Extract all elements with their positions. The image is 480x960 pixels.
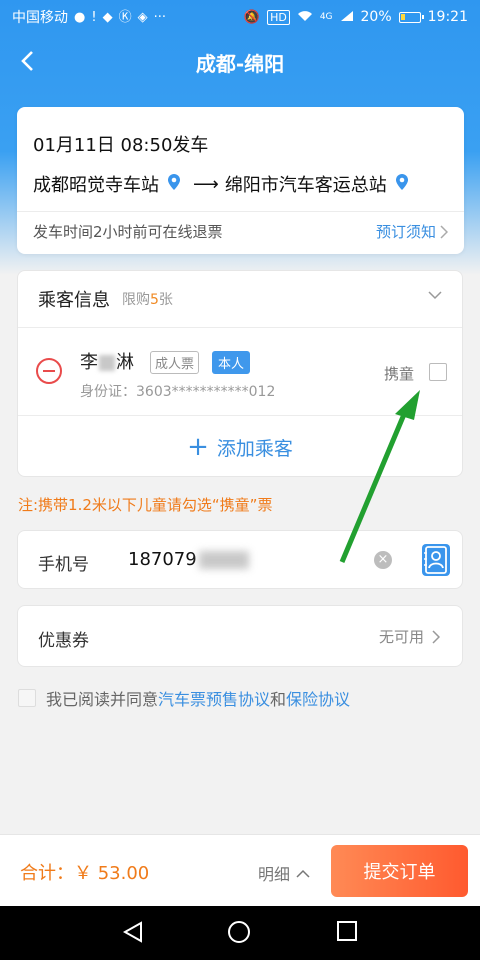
system-nav-bar	[0, 906, 480, 960]
chevron-up-icon	[296, 869, 310, 878]
phone-row: 手机号 187079 ×	[17, 530, 463, 589]
submit-order-button[interactable]: 提交订单	[331, 845, 468, 897]
k-app-icon: Ⓚ	[118, 9, 132, 25]
trip-route: 成都昭觉寺车站 ⟶ 绵阳市汽车客运总站	[33, 171, 415, 197]
refund-note: 发车时间2小时前可在线退票	[33, 223, 223, 241]
to-station[interactable]: 绵阳市汽车客运总站	[225, 171, 387, 197]
ticket-type-badge: 成人票	[150, 351, 200, 374]
more-dots-icon: ···	[153, 9, 166, 25]
alert-icon: !	[91, 9, 97, 25]
booking-notice-label: 预订须知	[375, 223, 436, 241]
page-title: 成都-绵阳	[195, 51, 285, 76]
agreement-row: 我已阅读并同意 汽车票预售协议 和 保险协议	[18, 686, 350, 710]
child-ticket-label: 携童	[384, 365, 415, 383]
contacts-button[interactable]	[422, 544, 450, 576]
back-button[interactable]	[12, 46, 42, 76]
self-badge: 本人	[212, 351, 251, 374]
chevron-right-icon	[432, 629, 440, 644]
from-station[interactable]: 成都昭觉寺车站	[33, 171, 159, 197]
departure-time: 01月11日 08:50发车	[33, 135, 209, 156]
clock: 19:21	[427, 9, 468, 25]
location-pin-icon[interactable]	[395, 173, 409, 196]
chevron-down-icon[interactable]	[428, 291, 442, 300]
detail-label: 明细	[258, 865, 291, 884]
agreement-prefix: 我已阅读并同意	[46, 690, 159, 709]
phone-input[interactable]: 187079	[128, 549, 249, 570]
plus-icon: +	[187, 432, 209, 462]
child-ticket-note: 注:携带1.2米以下儿童请勾选“携童”票	[18, 496, 273, 514]
contact-book-icon	[424, 546, 447, 574]
chevron-left-icon	[21, 51, 33, 71]
trip-card: 01月11日 08:50发车 成都昭觉寺车站 ⟶ 绵阳市汽车客运总站 发车时间2…	[17, 107, 464, 254]
clear-phone-button[interactable]: ×	[374, 551, 392, 569]
system-recents-icon[interactable]	[337, 921, 357, 941]
total-price: 合计：￥ 53.00	[20, 863, 150, 884]
coupon-label: 优惠券	[38, 631, 89, 651]
passenger-name: 李淋	[80, 352, 134, 373]
battery-percent: 20%	[360, 9, 392, 25]
passenger-title: 乘客信息	[38, 290, 110, 311]
name-redaction	[99, 355, 115, 371]
nav-bar: 成都-绵阳	[0, 34, 480, 90]
divider	[17, 211, 464, 212]
battery-icon	[398, 11, 424, 23]
agreement-checkbox[interactable]	[18, 689, 36, 707]
network-type: 4G	[319, 12, 333, 22]
message-icon: ◆	[102, 9, 113, 25]
passenger-card: 乘客信息 限购5张 李淋 成人票 本人 身份证：3603***********0…	[17, 270, 463, 477]
passenger-header[interactable]: 乘客信息 限购5张	[18, 271, 462, 328]
status-bar: 中国移动 ● ! ◆ Ⓚ ◈ ··· 🔕 HD 4G 20% 19:21	[0, 0, 480, 34]
chevron-right-icon	[440, 224, 448, 239]
booking-notice-link[interactable]: 预订须知	[376, 221, 448, 242]
checkout-bar: 合计：￥ 53.00 明细 提交订单	[0, 834, 480, 906]
mute-icon: 🔕	[243, 9, 261, 25]
passenger-id: 身份证：3603***********012	[80, 384, 276, 400]
submit-label: 提交订单	[363, 862, 436, 883]
signal-icon	[340, 10, 354, 25]
purchase-limit: 限购5张	[122, 292, 173, 308]
coupon-value: 无可用	[379, 626, 440, 647]
location-pin-icon[interactable]	[167, 173, 181, 196]
coupon-row[interactable]: 优惠券 无可用	[17, 605, 463, 667]
hd-badge: HD	[267, 9, 290, 25]
passenger-row: 李淋 成人票 本人 身份证：3603***********012 携童	[18, 328, 462, 416]
app-icon: ◈	[137, 9, 148, 25]
remove-passenger-button[interactable]	[36, 358, 62, 384]
add-passenger-button[interactable]: + 添加乘客	[18, 417, 462, 477]
presale-agreement-link[interactable]: 汽车票预售协议	[158, 686, 270, 710]
carrier-label: 中国移动	[12, 10, 68, 26]
phone-redaction	[198, 551, 249, 569]
wechat-icon: ●	[74, 9, 86, 25]
system-home-icon[interactable]	[228, 921, 250, 943]
wifi-icon	[297, 10, 313, 25]
add-passenger-label: 添加乘客	[216, 437, 293, 460]
phone-label: 手机号	[38, 555, 89, 575]
route-arrow-icon: ⟶	[193, 173, 219, 195]
system-back-icon[interactable]	[122, 921, 144, 943]
agreement-middle: 和	[270, 690, 287, 709]
child-ticket-checkbox[interactable]	[429, 363, 447, 381]
insurance-agreement-link[interactable]: 保险协议	[286, 686, 350, 710]
price-detail-button[interactable]: 明细	[258, 861, 310, 885]
